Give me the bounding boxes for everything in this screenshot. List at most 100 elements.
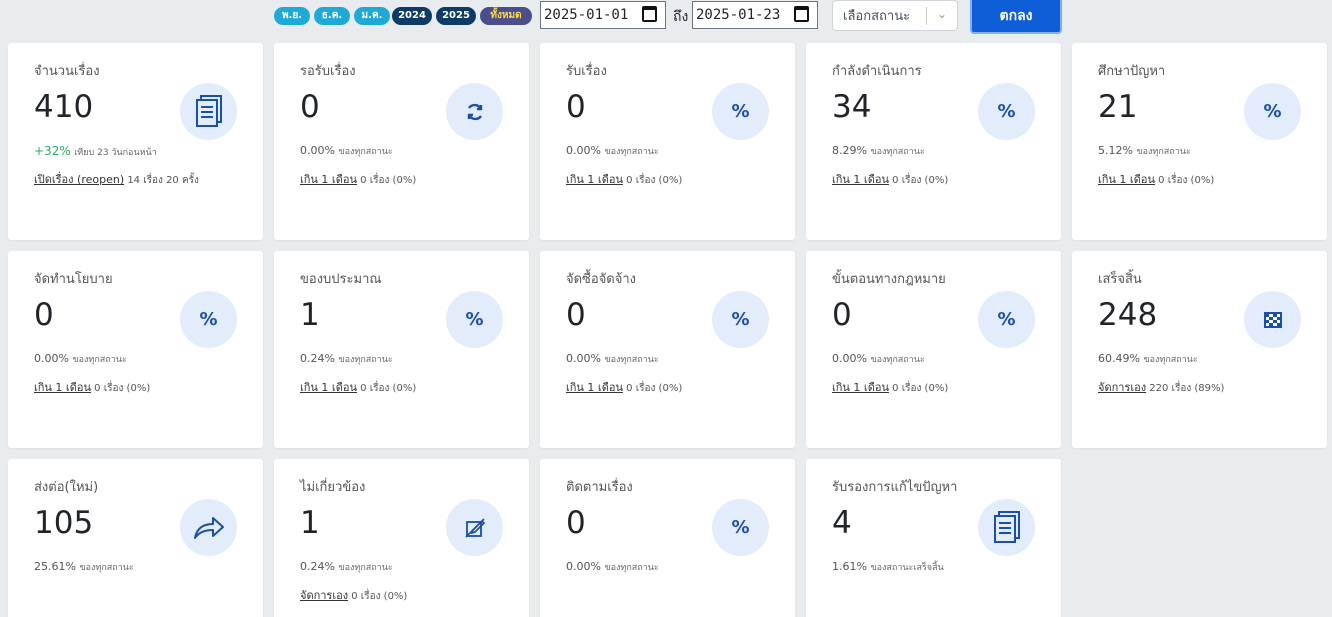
card-title: ส่งต่อ(ใหม่): [34, 480, 99, 495]
card-percent-caption: ของทุกสถานะ: [72, 355, 127, 365]
card-value: 0: [34, 297, 54, 333]
self-managed-link[interactable]: จัดการเอง: [1098, 381, 1146, 394]
card-percent-row: 0.00% ของทุกสถานะ: [832, 352, 925, 366]
card-percent-caption: ของทุกสถานะ: [604, 563, 659, 573]
card-percent-row: 1.61% ของสถานะเสร็จสิ้น: [832, 560, 944, 574]
card-percent-caption: ของทุกสถานะ: [870, 355, 925, 365]
percent-icon: %: [712, 291, 769, 348]
stat-card-total: จำนวนเรื่อง 410 +32% เทียบ 23 วันก่อนหน้…: [8, 43, 263, 240]
over-one-month-link[interactable]: เกิน 1 เดือน: [566, 381, 623, 394]
card-percent: 0.00%: [566, 352, 601, 365]
stat-card-forwarded-new: ส่งต่อ(ใหม่) 105 25.61% ของทุกสถานะ: [8, 459, 263, 617]
stat-card-policy: จัดทำนโยบาย 0 % 0.00% ของทุกสถานะ เกิน 1…: [8, 251, 263, 448]
documents-icon: [180, 83, 237, 140]
ok-button[interactable]: ตกลง: [970, 0, 1062, 34]
date-range-to-label: ถึง: [673, 9, 689, 25]
card-value: 248: [1098, 297, 1158, 333]
card-percent-row: 8.29% ของทุกสถานะ: [832, 144, 925, 158]
percent-icon: %: [446, 291, 503, 348]
card-link-row: เกิน 1 เดือน 0 เรื่อง (0%): [300, 170, 416, 188]
over-one-month-link[interactable]: เกิน 1 เดือน: [1098, 173, 1155, 186]
over-one-month-link[interactable]: เกิน 1 เดือน: [34, 381, 91, 394]
card-percent-caption: ของทุกสถานะ: [1136, 147, 1191, 157]
growth-percent: +32%: [34, 144, 71, 158]
card-title: จัดทำนโยบาย: [34, 272, 113, 287]
card-title: รับเรื่อง: [566, 64, 607, 79]
select-separator: [926, 7, 927, 25]
month-pill-jan[interactable]: ม.ค.: [354, 7, 390, 25]
stat-card-follow-up: ติดตามเรื่อง 0 % 0.00% ของทุกสถานะ: [540, 459, 795, 617]
card-value: 0: [300, 89, 320, 125]
card-percent-row: 25.61% ของทุกสถานะ: [34, 560, 134, 574]
card-link-detail: 0 เรื่อง (0%): [892, 175, 949, 186]
documents-icon: [978, 499, 1035, 556]
card-value: 0: [566, 297, 586, 333]
card-percent: 0.24%: [300, 352, 335, 365]
card-title: ของบประมาณ: [300, 272, 382, 287]
card-percent: 1.61%: [832, 560, 867, 573]
card-value: 105: [34, 505, 94, 541]
refresh-icon: [446, 83, 503, 140]
over-one-month-link[interactable]: เกิน 1 เดือน: [832, 173, 889, 186]
growth-caption: เทียบ 23 วันก่อนหน้า: [74, 148, 157, 158]
year-pill-2024[interactable]: 2024: [392, 7, 432, 25]
status-select[interactable]: เลือกสถานะ ⌄: [832, 0, 958, 31]
crossed-edit-icon: [446, 499, 503, 556]
all-pill[interactable]: ทั้งหมด: [480, 7, 532, 25]
over-one-month-link[interactable]: เกิน 1 เดือน: [300, 381, 357, 394]
card-percent-caption: ของทุกสถานะ: [338, 147, 393, 157]
stat-card-pending-receive: รอรับเรื่อง 0 0.00% ของทุกสถานะ เกิน 1 เ…: [274, 43, 529, 240]
stat-card-resolution-certified: รับรองการแก้ไขปัญหา 4 1.61% ของสถานะเสร็…: [806, 459, 1061, 617]
over-one-month-link[interactable]: เกิน 1 เดือน: [566, 173, 623, 186]
card-link-row: เกิน 1 เดือน 0 เรื่อง (0%): [832, 378, 948, 396]
stat-card-in-progress: กำลังดำเนินการ 34 % 8.29% ของทุกสถานะ เก…: [806, 43, 1061, 240]
card-percent-caption: ของทุกสถานะ: [338, 563, 393, 573]
card-title: รับรองการแก้ไขปัญหา: [832, 480, 958, 495]
over-one-month-link[interactable]: เกิน 1 เดือน: [300, 173, 357, 186]
chevron-down-icon[interactable]: ⌄: [937, 7, 947, 21]
month-pill-dec[interactable]: ธ.ค.: [314, 7, 350, 25]
date-from-input[interactable]: 2025-01-01: [540, 1, 666, 29]
percent-icon: %: [180, 291, 237, 348]
card-link-detail: 0 เรื่อง (0%): [351, 591, 408, 602]
card-value: 0: [566, 505, 586, 541]
card-link-detail: 0 เรื่อง (0%): [360, 175, 417, 186]
over-one-month-link[interactable]: เกิน 1 เดือน: [832, 381, 889, 394]
card-value: 1: [300, 505, 320, 541]
card-link-detail: 14 เรื่อง 20 ครั้ง: [127, 175, 199, 186]
calendar-icon[interactable]: [642, 6, 657, 22]
stat-card-not-related: ไม่เกี่ยวข้อง 1 0.24% ของทุกสถานะ จัดการ…: [274, 459, 529, 617]
calendar-icon[interactable]: [794, 6, 809, 22]
card-link-row: จัดการเอง 0 เรื่อง (0%): [300, 586, 407, 604]
stat-card-received: รับเรื่อง 0 % 0.00% ของทุกสถานะ เกิน 1 เ…: [540, 43, 795, 240]
reopen-link[interactable]: เปิดเรื่อง (reopen): [34, 173, 124, 186]
card-percent-row: 0.24% ของทุกสถานะ: [300, 560, 393, 574]
card-percent-row: 0.24% ของทุกสถานะ: [300, 352, 393, 366]
card-title: ขั้นตอนทางกฎหมาย: [832, 272, 946, 287]
card-title: รอรับเรื่อง: [300, 64, 356, 79]
percent-icon: %: [1244, 83, 1301, 140]
card-value: 34: [832, 89, 872, 125]
card-percent: 0.00%: [34, 352, 69, 365]
year-pill-2025[interactable]: 2025: [436, 7, 476, 25]
date-to-value: 2025-01-23: [696, 7, 781, 23]
card-title: จำนวนเรื่อง: [34, 64, 100, 79]
share-arrow-icon: [180, 499, 237, 556]
card-percent-row: 0.00% ของทุกสถานะ: [300, 144, 393, 158]
self-managed-link[interactable]: จัดการเอง: [300, 589, 348, 602]
month-pill-nov[interactable]: พ.ย.: [274, 7, 310, 25]
card-percent: 0.24%: [300, 560, 335, 573]
card-link-row: เกิน 1 เดือน 0 เรื่อง (0%): [832, 170, 948, 188]
card-percent: 8.29%: [832, 144, 867, 157]
stat-card-completed: เสร็จสิ้น 248 60.49% ของทุกสถานะ จัดการเ…: [1072, 251, 1327, 448]
card-title: เสร็จสิ้น: [1098, 272, 1142, 287]
card-percent: 0.00%: [832, 352, 867, 365]
card-percent-row: 60.49% ของทุกสถานะ: [1098, 352, 1198, 366]
card-percent-caption: ของทุกสถานะ: [1143, 355, 1198, 365]
card-value: 410: [34, 89, 94, 125]
card-percent-caption: ของทุกสถานะ: [604, 147, 659, 157]
card-link-detail: 0 เรื่อง (0%): [94, 383, 151, 394]
date-to-input[interactable]: 2025-01-23: [692, 1, 818, 29]
card-title: ติดตามเรื่อง: [566, 480, 633, 495]
stat-card-budget-request: ของบประมาณ 1 % 0.24% ของทุกสถานะ เกิน 1 …: [274, 251, 529, 448]
